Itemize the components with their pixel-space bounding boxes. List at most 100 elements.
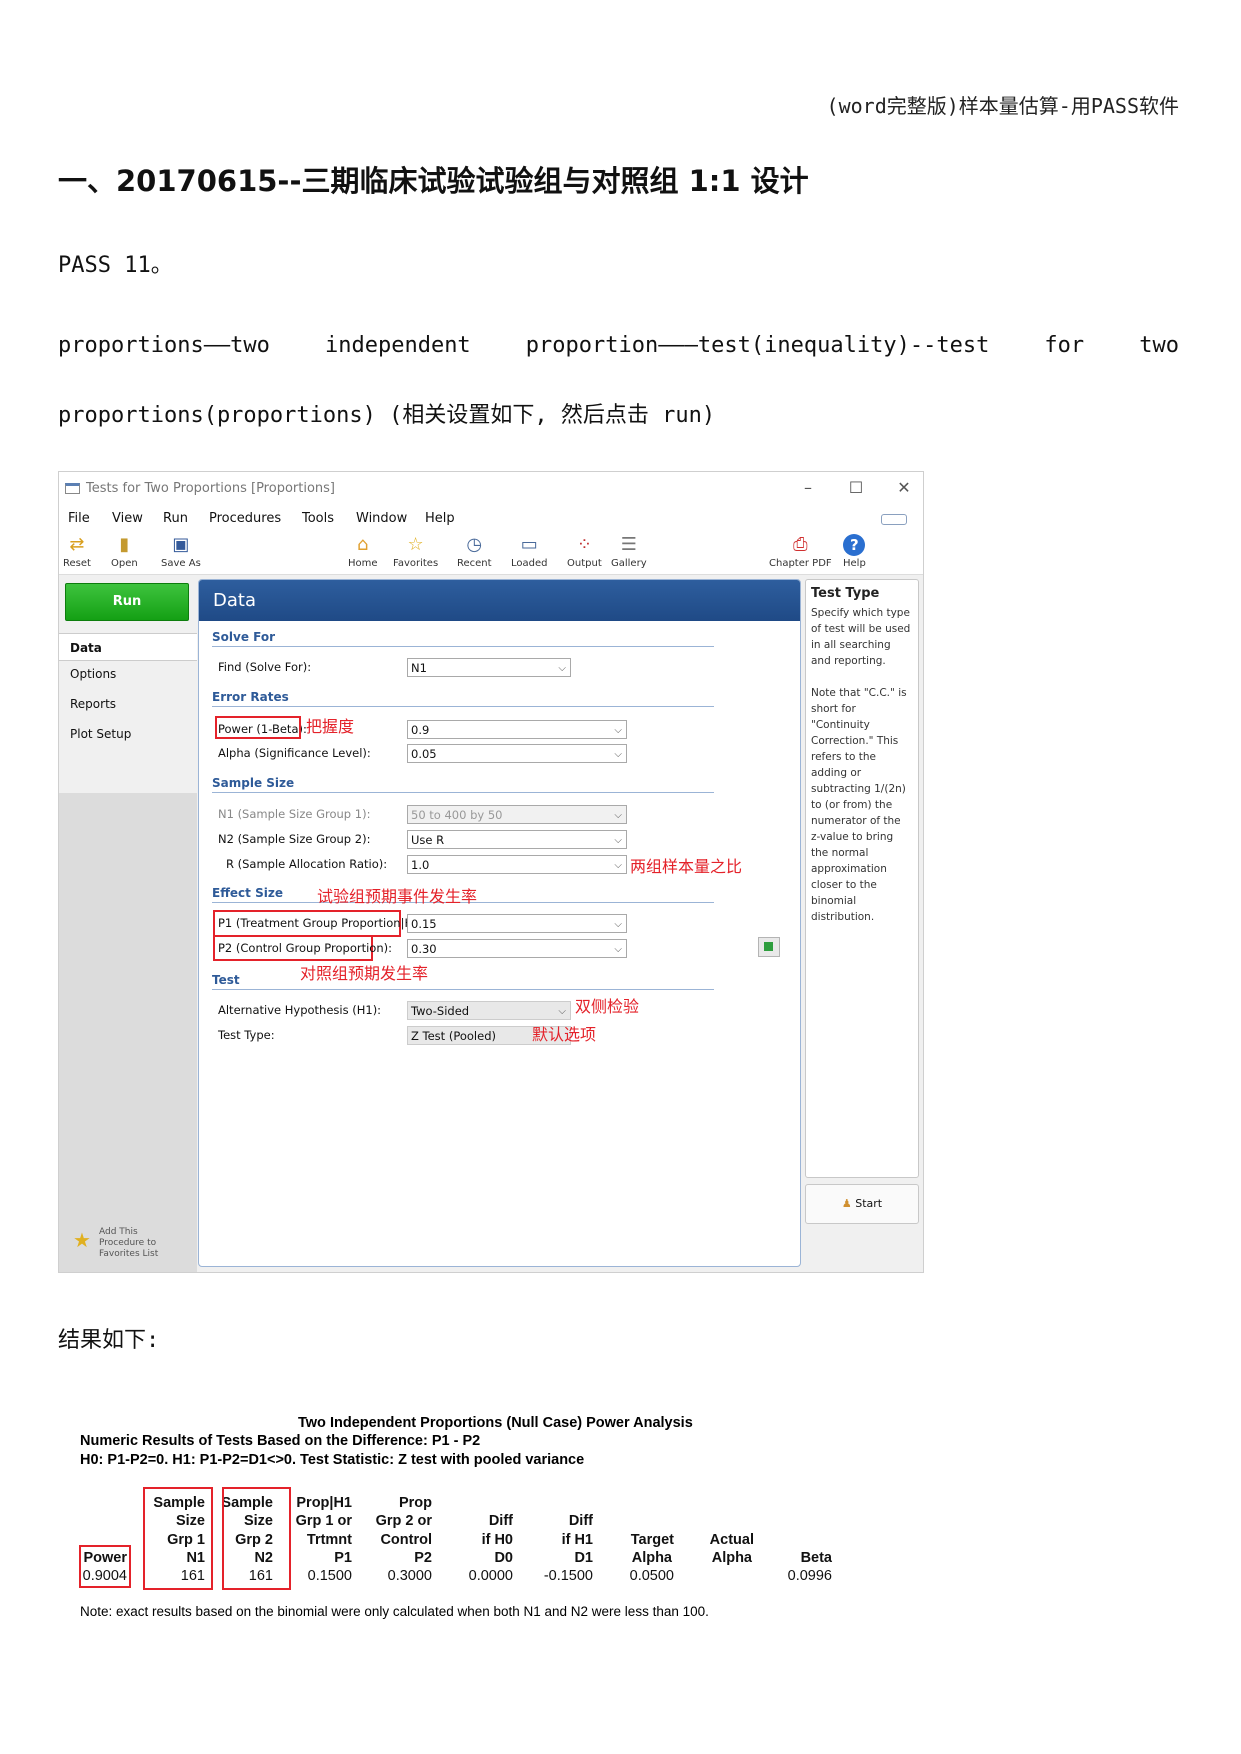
header-target-alpha-line: Alpha bbox=[631, 1550, 672, 1566]
window-icon bbox=[65, 483, 80, 494]
help-text-2: Note that "C.C." is short for "Continuit… bbox=[811, 687, 907, 923]
menu-window[interactable]: Window bbox=[356, 511, 407, 526]
help-button[interactable]: ? Help bbox=[843, 534, 866, 569]
path-word: independent bbox=[324, 333, 471, 358]
gallery-button[interactable]: ☰ Gallery bbox=[611, 534, 647, 569]
maximize-icon[interactable]: ☐ bbox=[841, 478, 871, 497]
save-icon: ▣ bbox=[172, 534, 190, 555]
chevron-down-icon: ⌵ bbox=[614, 919, 622, 930]
n2-select[interactable]: Use R ⌵ bbox=[407, 830, 627, 849]
favorites-button[interactable]: ☆ Favorites bbox=[393, 534, 438, 569]
sidebar-item-options[interactable]: Options bbox=[59, 667, 197, 681]
section-test: Test bbox=[212, 973, 240, 987]
header-actual-alpha-line: Alpha bbox=[711, 1550, 752, 1566]
recent-button[interactable]: ◷ Recent bbox=[457, 534, 492, 569]
path-word: for bbox=[1044, 333, 1085, 358]
header-p2-line: P2 bbox=[414, 1550, 432, 1566]
alpha-select[interactable]: 0.05 ⌵ bbox=[407, 744, 627, 763]
star-icon: ★ bbox=[73, 1228, 91, 1252]
page-header: (word完整版)样本量估算-用PASS软件 bbox=[826, 94, 1179, 118]
value-beta: 0.0996 bbox=[787, 1568, 832, 1584]
menu-tools[interactable]: Tools bbox=[302, 511, 334, 526]
help-panel: Test Type Specify which type of test wil… bbox=[805, 579, 919, 1178]
start-button[interactable]: ♟ Start bbox=[805, 1184, 919, 1224]
chapter-pdf-button[interactable]: ⎙ Chapter PDF bbox=[769, 534, 832, 569]
section-effect-size: Effect Size bbox=[212, 886, 283, 900]
header-target-alpha-line: Target bbox=[630, 1532, 674, 1548]
alt-hypothesis-select[interactable]: Two-Sided ⌵ bbox=[407, 1001, 571, 1020]
results-hypothesis: H0: P1-P2=0. H1: P1-P2=D1<>0. Test Stati… bbox=[80, 1452, 585, 1468]
star-icon: ☆ bbox=[407, 534, 424, 555]
gallery-icon: ☰ bbox=[620, 534, 637, 555]
grid-icon[interactable] bbox=[758, 937, 780, 957]
p2-label: P2 (Control Group Proportion): bbox=[218, 941, 392, 955]
minimize-icon[interactable]: – bbox=[793, 478, 823, 497]
loaded-icon: ▭ bbox=[520, 534, 538, 555]
sidebar-item-reports[interactable]: Reports bbox=[59, 697, 197, 711]
highlight-box bbox=[222, 1487, 291, 1590]
path-word: two bbox=[1139, 333, 1179, 358]
panel-title: Data bbox=[199, 580, 800, 621]
open-button[interactable]: ▮ Open bbox=[111, 534, 138, 569]
header-d0-line: if H0 bbox=[481, 1532, 513, 1548]
open-icon: ▮ bbox=[119, 534, 130, 555]
power-select[interactable]: 0.9 ⌵ bbox=[407, 720, 627, 739]
chevron-down-icon: ⌵ bbox=[558, 663, 566, 674]
paragraph-path-line2: proportions(proportions) (相关设置如下, 然后点击 r… bbox=[58, 403, 716, 428]
header-p1-line: Grp 1 or bbox=[295, 1513, 352, 1529]
menu-help[interactable]: Help bbox=[425, 511, 455, 526]
menu-file[interactable]: File bbox=[68, 511, 90, 526]
results-subtitle: Numeric Results of Tests Based on the Di… bbox=[80, 1433, 481, 1449]
paragraph-path-line1: proportions——two independent proportion—… bbox=[58, 333, 1179, 358]
results-title: Two Independent Proportions (Null Case) … bbox=[298, 1415, 693, 1431]
section-heading: 一、20170615--三期临床试验试验组与对照组 1:1 设计 bbox=[58, 164, 809, 198]
data-panel: Data Solve For Find (Solve For): N1 ⌵ Err… bbox=[198, 579, 801, 1267]
header-p1-line: Prop|H1 bbox=[296, 1495, 352, 1511]
close-icon[interactable]: ✕ bbox=[889, 478, 919, 497]
header-actual-alpha-line: Actual bbox=[709, 1532, 754, 1548]
menu-bar: File View Run Procedures Tools Window He… bbox=[59, 506, 923, 532]
home-icon: ⌂ bbox=[357, 534, 369, 555]
annotation-alt: 双侧检验 bbox=[575, 997, 640, 1016]
p2-select[interactable]: 0.30 ⌵ bbox=[407, 939, 627, 958]
annotation-p1: 试验组预期事件发生率 bbox=[317, 887, 478, 906]
sidebar-empty-area bbox=[59, 793, 197, 1272]
header-p1-line: Trtmnt bbox=[306, 1532, 352, 1548]
p1-select[interactable]: 0.15 ⌵ bbox=[407, 914, 627, 933]
save-as-button[interactable]: ▣ Save As bbox=[161, 534, 201, 569]
highlight-box bbox=[215, 716, 301, 739]
chevron-down-icon: ⌵ bbox=[614, 725, 622, 736]
menu-view[interactable]: View bbox=[112, 511, 143, 526]
results-caption: 结果如下: bbox=[58, 1328, 160, 1353]
pdf-icon: ⎙ bbox=[793, 534, 808, 555]
loaded-button[interactable]: ▭ Loaded bbox=[511, 534, 548, 569]
header-d0-line: Diff bbox=[488, 1513, 513, 1529]
help-title: Test Type bbox=[811, 586, 880, 601]
chevron-down-icon: ⌵ bbox=[558, 1006, 566, 1017]
value-d0: 0.0000 bbox=[468, 1568, 513, 1584]
reset-button[interactable]: ⇄ Reset bbox=[63, 534, 91, 569]
menu-procedures[interactable]: Procedures bbox=[209, 511, 281, 526]
sidebar-item-data[interactable]: Data bbox=[59, 633, 197, 661]
results-note: Note: exact results based on the binomia… bbox=[80, 1604, 709, 1619]
chevron-down-icon: ⌵ bbox=[614, 749, 622, 760]
chevron-down-icon: ⌵ bbox=[614, 944, 622, 955]
clock-icon: ◷ bbox=[466, 534, 483, 555]
ribbon-toggle-icon[interactable] bbox=[881, 514, 907, 525]
annotation-test-type: 默认选项 bbox=[532, 1025, 597, 1044]
annotation-power: 把握度 bbox=[306, 717, 355, 736]
menu-run[interactable]: Run bbox=[163, 511, 188, 526]
r-select[interactable]: 1.0 ⌵ bbox=[407, 855, 627, 874]
header-d1-line: D1 bbox=[574, 1550, 593, 1566]
home-button[interactable]: ⌂ Home bbox=[348, 534, 378, 569]
find-select[interactable]: N1 ⌵ bbox=[407, 658, 571, 677]
highlight-box bbox=[143, 1487, 213, 1590]
run-button[interactable]: Run bbox=[65, 583, 189, 621]
header-d1-line: Diff bbox=[568, 1513, 593, 1529]
sidebar-item-plot-setup[interactable]: Plot Setup bbox=[59, 727, 197, 741]
highlight-box bbox=[79, 1545, 131, 1588]
output-button[interactable]: ⁘ Output bbox=[567, 534, 602, 569]
header-d1-line: if H1 bbox=[561, 1532, 593, 1548]
n2-label: N2 (Sample Size Group 2): bbox=[218, 832, 371, 846]
section-sample-size: Sample Size bbox=[212, 776, 295, 790]
